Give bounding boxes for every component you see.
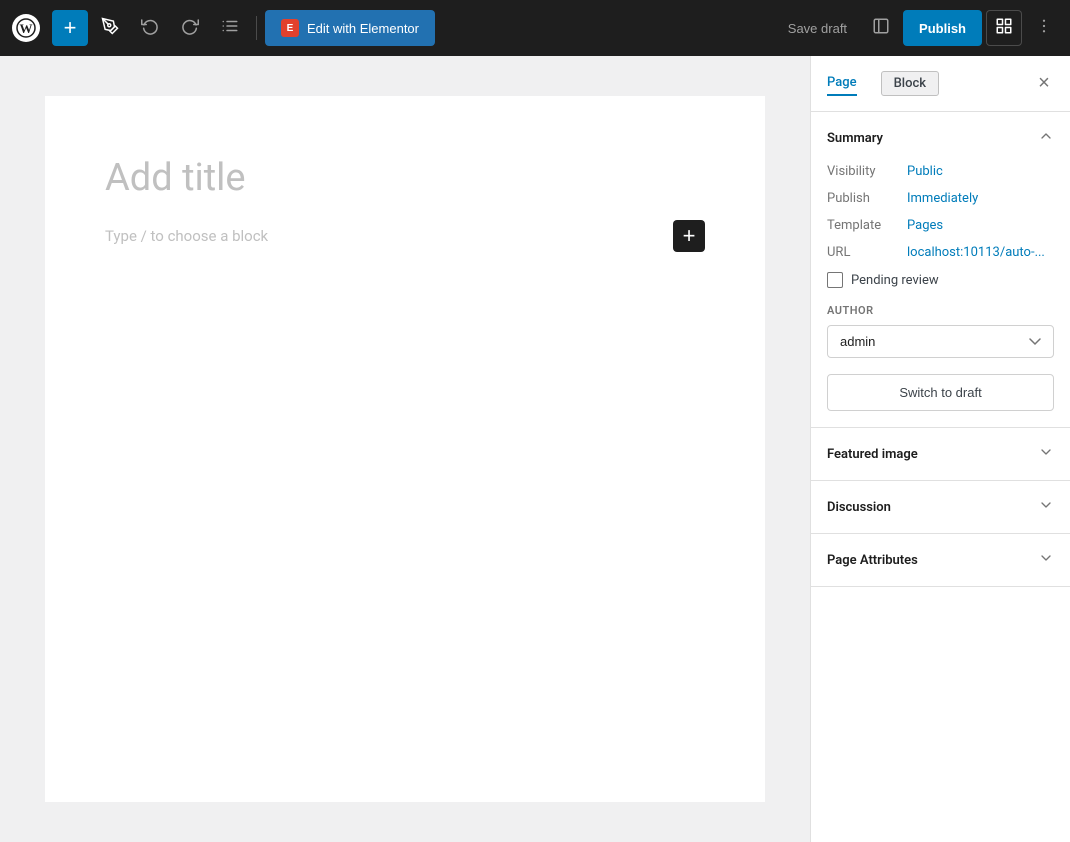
save-draft-label: Save draft (788, 21, 847, 36)
template-value[interactable]: Pages (907, 218, 943, 233)
tab-block-label: Block (894, 76, 926, 91)
discussion-section: Discussion (811, 481, 1070, 534)
page-attributes-title: Page Attributes (827, 553, 918, 568)
publish-value[interactable]: Immediately (907, 191, 978, 206)
page-attributes-header[interactable]: Page Attributes (811, 534, 1070, 586)
template-label: Template (827, 218, 907, 233)
settings-button[interactable] (986, 10, 1022, 46)
tab-block[interactable]: Block (881, 71, 939, 96)
pending-review-label: Pending review (851, 273, 939, 288)
featured-image-section: Featured image (811, 428, 1070, 481)
url-row: URL localhost:10113/auto-... (827, 245, 1054, 260)
block-placeholder: Type / to choose a block + (105, 220, 705, 252)
page-attributes-section: Page Attributes (811, 534, 1070, 587)
publish-row: Publish Immediately (827, 191, 1054, 206)
discussion-chevron-icon (1038, 497, 1054, 517)
svg-text:W: W (20, 21, 33, 36)
undo-icon (141, 17, 159, 40)
wordpress-logo[interactable]: W (8, 10, 44, 46)
publish-label: Publish (919, 21, 966, 36)
publish-label: Publish (827, 191, 907, 206)
edit-with-elementor-label: Edit with Elementor (307, 21, 419, 36)
more-options-button[interactable] (1026, 10, 1062, 46)
publish-button[interactable]: Publish (903, 10, 982, 46)
featured-image-title: Featured image (827, 447, 918, 462)
list-icon (221, 17, 239, 40)
summary-collapse-icon (1038, 128, 1054, 148)
url-value[interactable]: localhost:10113/auto-... (907, 245, 1045, 260)
elementor-icon: E (281, 19, 299, 37)
redo-button[interactable] (172, 10, 208, 46)
title-placeholder: Add title (105, 156, 246, 200)
tools-icon (101, 17, 119, 40)
featured-image-chevron-icon (1038, 444, 1054, 464)
sidebar: Page Block × Summary Visibility (810, 56, 1070, 842)
featured-image-header[interactable]: Featured image (811, 428, 1070, 480)
add-block-inline-button[interactable]: + (673, 220, 705, 252)
discussion-title: Discussion (827, 500, 891, 515)
sidebar-tab-bar: Page Block × (811, 56, 1070, 112)
visibility-value[interactable]: Public (907, 164, 943, 179)
author-select[interactable]: admin (827, 325, 1054, 358)
author-section: AUTHOR admin (827, 304, 1054, 358)
settings-icon (995, 17, 1013, 40)
toolbar-divider (256, 16, 257, 40)
add-block-plus-icon: + (683, 225, 696, 247)
editor-content: Add title Type / to choose a block + (45, 96, 765, 802)
discussion-header[interactable]: Discussion (811, 481, 1070, 533)
plus-icon: + (64, 15, 77, 41)
tools-button[interactable] (92, 10, 128, 46)
block-placeholder-text[interactable]: Type / to choose a block (105, 227, 268, 245)
edit-with-elementor-button[interactable]: E Edit with Elementor (265, 10, 435, 46)
close-icon: × (1038, 72, 1050, 95)
summary-section-header[interactable]: Summary (811, 112, 1070, 164)
visibility-row: Visibility Public (827, 164, 1054, 179)
tab-page-label: Page (827, 75, 857, 90)
summary-section-content: Visibility Public Publish Immediately Te… (811, 164, 1070, 427)
visibility-label: Visibility (827, 164, 907, 179)
main-layout: Add title Type / to choose a block + Pag… (0, 56, 1070, 842)
view-button[interactable] (863, 10, 899, 46)
undo-button[interactable] (132, 10, 168, 46)
tab-page[interactable]: Page (827, 71, 857, 96)
author-label: AUTHOR (827, 304, 1054, 317)
pending-review-checkbox[interactable] (827, 272, 843, 288)
page-attributes-chevron-icon (1038, 550, 1054, 570)
view-icon (872, 17, 890, 40)
summary-title: Summary (827, 131, 883, 146)
editor-area: Add title Type / to choose a block + (0, 56, 810, 842)
pending-review-row: Pending review (827, 272, 1054, 288)
sidebar-close-button[interactable]: × (1030, 70, 1058, 98)
list-view-button[interactable] (212, 10, 248, 46)
switch-to-draft-button[interactable]: Switch to draft (827, 374, 1054, 411)
save-draft-button[interactable]: Save draft (776, 13, 859, 44)
switch-draft-label: Switch to draft (899, 385, 981, 400)
toolbar: W + (0, 0, 1070, 56)
add-block-toolbar-button[interactable]: + (52, 10, 88, 46)
post-title-input[interactable]: Add title (105, 156, 705, 200)
summary-section: Summary Visibility Public Publish Immedi… (811, 112, 1070, 428)
url-label: URL (827, 245, 907, 260)
more-options-icon (1035, 17, 1053, 40)
template-row: Template Pages (827, 218, 1054, 233)
redo-icon (181, 17, 199, 40)
